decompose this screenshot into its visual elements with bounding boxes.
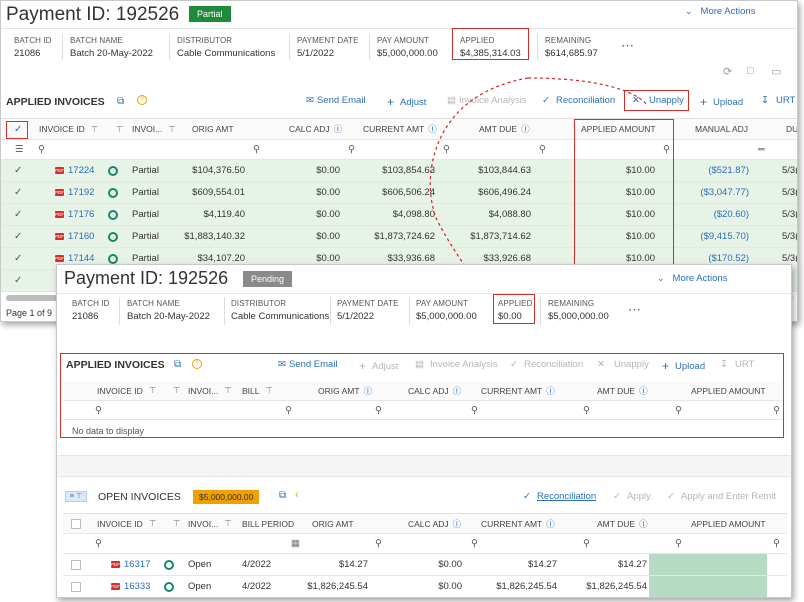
page-title: Payment ID: 192526 — [64, 268, 229, 288]
check-icon: ✓ — [523, 491, 531, 502]
search-icon[interactable]: ⚲ — [375, 401, 382, 419]
invoice-analysis-button[interactable]: ▤ Invoice Analysis — [415, 359, 498, 370]
search-icon[interactable]: ⚲ — [375, 534, 382, 553]
apply-enter-remit-button[interactable]: ✓ Apply and Enter Remit — [667, 491, 776, 502]
applied-amount-input[interactable] — [649, 576, 767, 597]
search-icon[interactable]: ⚲ — [471, 401, 478, 419]
filter-icon[interactable]: ⊤ — [266, 385, 273, 396]
status-ring-icon — [164, 581, 174, 592]
help-icon[interactable]: ⓘ — [453, 385, 462, 397]
field-payment-date: PAYMENT DATE 5/1/2022 — [337, 299, 399, 322]
batch-id-link[interactable]: 21086 — [72, 311, 110, 322]
filter-icon[interactable]: ⊤ — [224, 385, 231, 396]
help-icon[interactable]: ⓘ — [639, 385, 648, 397]
report-icon: ▤ — [415, 359, 424, 370]
filter-icon[interactable]: ⊤ — [224, 518, 231, 529]
filter-row: ⚲ ▦ ⚲ ⚲ ⚲ ⚲ ⚲ — [63, 534, 787, 554]
pdf-icon[interactable]: PDF — [111, 561, 120, 568]
filter-icon[interactable]: ⊤ — [149, 518, 156, 529]
open-grid: INVOICE ID ⊤ ⊤ INVOI... ⊤ BILL PERIOD ORIG… — [63, 513, 787, 597]
copy-icon[interactable]: ⧉ — [279, 490, 286, 501]
status-badge: Pending — [243, 271, 293, 287]
send-email-button[interactable]: ✉ Send Email — [278, 359, 338, 370]
field-remaining: REMAINING $5,000,000.00 — [548, 299, 609, 322]
more-fields-button[interactable]: ⋯ — [628, 302, 641, 318]
download-icon: ↧ — [720, 359, 728, 370]
search-icon[interactable]: ⚲ — [471, 534, 478, 553]
filter-icon[interactable]: ⊤ — [149, 385, 156, 396]
batch-name-link[interactable]: Batch 20-May-2022 — [127, 311, 210, 322]
filter-row: ⚲ ⚲ ⚲ ⚲ ⚲ ⚲ ⚲ — [63, 401, 783, 420]
applied-empty-grid: INVOICE ID ⊤ ⊤ INVOI... ⊤ BILL ⊤ ORIG AMT ⓘ … — [63, 381, 783, 436]
search-icon[interactable]: ⚲ — [773, 401, 780, 419]
open-section-title: OPEN INVOICES — [98, 491, 181, 503]
plus-icon: + — [662, 359, 670, 373]
grid-header: INVOICE ID ⊤ ⊤ INVOI... ⊤ BILL ⊤ ORIG AMT ⓘ … — [63, 381, 783, 401]
field-batch-id: BATCH ID 21086 — [72, 299, 110, 322]
more-actions-button[interactable]: ⌄ More Actions — [657, 273, 727, 284]
apply-button[interactable]: ✓ Apply — [613, 491, 651, 502]
reconciliation-button[interactable]: ✓ Reconciliation — [510, 359, 583, 370]
invoice-id-link[interactable]: 16333 — [124, 581, 150, 592]
check-icon: ✓ — [667, 491, 675, 502]
urt-button[interactable]: ↧ URT — [720, 359, 754, 370]
help-icon[interactable]: ⓘ — [453, 518, 462, 530]
field-applied: APPLIED $0.00 — [498, 299, 533, 322]
grid-options-button[interactable]: ≡ ⊤ — [65, 491, 87, 502]
adjust-button[interactable]: + Adjust — [359, 359, 398, 373]
filter-icon[interactable]: ⊤ — [173, 385, 180, 396]
upload-button[interactable]: + Upload — [662, 359, 705, 373]
search-icon[interactable]: ⚲ — [583, 401, 590, 419]
search-icon[interactable]: ⚲ — [95, 401, 102, 419]
check-icon: ✓ — [510, 359, 518, 370]
help-icon[interactable]: ⓘ — [639, 518, 648, 530]
search-icon[interactable]: ⚲ — [773, 534, 780, 553]
field-batch-name: BATCH NAME Batch 20-May-2022 — [127, 299, 210, 322]
calendar-icon[interactable]: ▦ — [291, 534, 300, 553]
applied-amount-input[interactable] — [649, 554, 767, 575]
check-icon: ✓ — [613, 491, 621, 502]
row-checkbox[interactable] — [71, 576, 81, 597]
open-reconciliation-button[interactable]: ✓ Reconciliation — [523, 491, 596, 502]
help-icon[interactable]: ⓘ — [546, 518, 555, 530]
open-amount-badge: $5,000,000.00 — [193, 490, 260, 504]
email-icon: ✉ — [278, 359, 286, 370]
search-icon[interactable]: ⚲ — [675, 401, 682, 419]
unapply-button[interactable]: ✕ Unapply — [597, 359, 649, 370]
search-icon[interactable]: ⚲ — [675, 534, 682, 553]
pdf-icon[interactable]: PDF — [111, 583, 120, 590]
row-checkbox[interactable] — [71, 554, 81, 575]
field-distributor: DISTRIBUTOR Cable Communications — [231, 299, 330, 322]
status-ring-icon — [164, 559, 174, 570]
table-row[interactable]: PDF 16317 Open 4/2022 $14.27 $0.00 $14.27… — [63, 554, 787, 576]
field-pay-amount: PAY AMOUNT $5,000,000.00 — [416, 299, 477, 322]
search-icon[interactable]: ⚲ — [583, 534, 590, 553]
filter-icon[interactable]: ⊤ — [173, 518, 180, 529]
close-icon: ✕ — [597, 359, 605, 370]
chevron-down-icon: ⌄ — [657, 273, 665, 283]
table-row[interactable]: PDF 16333 Open 4/2022 $1,826,245.54 $0.00… — [63, 576, 787, 597]
help-icon[interactable]: ⓘ — [546, 385, 555, 397]
grid-header: INVOICE ID ⊤ ⊤ INVOI... ⊤ BILL PERIOD ORIG… — [63, 514, 787, 534]
invoice-id-link[interactable]: 16317 — [124, 559, 150, 570]
plus-icon: + — [359, 359, 367, 373]
collapse-chevron-icon[interactable]: ‹ — [295, 489, 299, 501]
search-icon[interactable]: ⚲ — [285, 401, 292, 419]
search-icon[interactable]: ⚲ — [95, 534, 102, 553]
select-all-checkbox[interactable] — [71, 514, 81, 533]
empty-message: No data to display — [72, 426, 145, 436]
distributor-link[interactable]: Cable Communications — [231, 311, 329, 322]
payment-window-pending: Payment ID: 192526 Pending ⌄ More Action… — [56, 264, 792, 598]
help-icon[interactable]: ⓘ — [364, 385, 373, 397]
